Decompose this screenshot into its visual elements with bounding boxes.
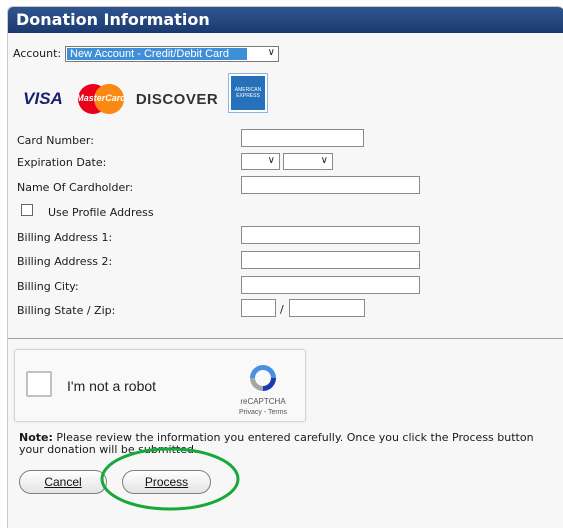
discover-logo-icon: DISCOVER [134,80,220,118]
recaptcha-logo-icon [250,365,276,391]
discover-logo-text: DISCOVER [135,90,219,108]
billing-address-1-input[interactable] [241,226,420,244]
chevron-down-icon: ∨ [320,155,328,166]
state-zip-separator: / [280,303,284,316]
panel-title: Donation Information [8,7,563,33]
billing-city-input[interactable] [241,276,420,294]
visa-logo-text: VISA [23,89,63,108]
billing-state-zip-label: Billing State / Zip: [17,304,116,317]
expiration-date-label: Expiration Date: [17,156,107,169]
billing-state-input[interactable] [241,299,276,317]
chevron-down-icon: ∨ [267,47,275,58]
recaptcha-privacy-terms[interactable]: Privacy - Terms [231,409,295,416]
amex-logo-icon: AMERICAN EXPRESS [228,73,268,113]
billing-address-2-label: Billing Address 2: [17,255,113,268]
expiration-year-select[interactable]: ∨ [283,153,333,170]
billing-address-1-label: Billing Address 1: [17,231,113,244]
recaptcha-label: I'm not a robot [67,378,157,394]
account-selected-value: New Account - Credit/Debit Card [67,48,247,60]
mastercard-logo-icon: MasterCard [73,80,129,118]
billing-zip-input[interactable] [289,299,365,317]
chevron-down-icon: ∨ [267,155,275,166]
amex-logo-text: AMERICAN EXPRESS [234,87,262,99]
use-profile-address-label: Use Profile Address [48,206,154,219]
cancel-button[interactable]: Cancel [19,470,107,494]
visa-logo-icon: VISA [16,80,70,118]
section-divider [8,338,563,339]
billing-address-2-input[interactable] [241,251,420,269]
use-profile-address-checkbox[interactable] [21,204,33,216]
highlight-circle-annotation [100,447,240,511]
note-text: Please review the information you entere… [19,431,534,456]
expiration-month-select[interactable]: ∨ [241,153,280,170]
cardholder-name-input[interactable] [241,176,420,194]
recaptcha-brand: reCAPTCHA [240,397,286,406]
recaptcha-checkbox[interactable] [26,371,52,397]
cancel-button-label: Cancel [44,475,82,489]
billing-city-label: Billing City: [17,280,79,293]
recaptcha-widget: I'm not a robot reCAPTCHA Privacy - Term… [14,349,306,422]
mastercard-logo-text: MasterCard [76,93,126,103]
card-number-input[interactable] [241,129,364,147]
account-select[interactable]: New Account - Credit/Debit Card ∨ [65,46,279,62]
donation-panel: Donation Information Account: New Accoun… [7,6,563,528]
account-label: Account: [13,47,62,60]
cardholder-name-label: Name Of Cardholder: [17,181,134,194]
card-number-label: Card Number: [17,134,94,147]
